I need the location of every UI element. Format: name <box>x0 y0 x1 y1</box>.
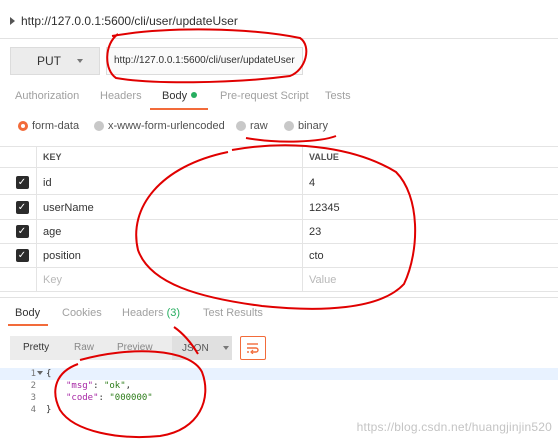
view-raw-button[interactable]: Raw <box>74 342 94 353</box>
tab-authorization[interactable]: Authorization <box>15 90 79 102</box>
tab-body-label: Body <box>162 90 188 102</box>
code-line: 2 "msg": "ok", <box>0 380 558 392</box>
param-key[interactable]: age <box>43 220 61 243</box>
new-key-input[interactable]: Key <box>43 268 62 291</box>
wrap-lines-button[interactable] <box>240 336 266 360</box>
key-column-header: KEY <box>43 152 62 162</box>
url-input[interactable]: http://127.0.0.1:5600/cli/user/updateUse… <box>106 47 303 75</box>
radio-form-data[interactable]: form-data <box>18 120 79 132</box>
tab-headers[interactable]: Headers <box>100 90 142 102</box>
divider <box>0 297 558 298</box>
request-tabs: Authorization Headers Body Pre-request S… <box>0 86 558 110</box>
chevron-down-icon <box>77 59 83 63</box>
tab-pre-request-script[interactable]: Pre-request Script <box>220 90 309 102</box>
table-row: ✓ id 4 <box>0 171 558 195</box>
new-param-row: Key Value <box>0 268 558 292</box>
param-value[interactable]: 4 <box>309 171 315 194</box>
expand-arrow-icon[interactable] <box>10 17 15 25</box>
param-value[interactable]: 12345 <box>309 196 340 219</box>
body-active-dot-icon <box>191 92 198 98</box>
radio-selected-icon <box>18 121 28 131</box>
response-tab-headers-label: Headers <box>122 307 164 319</box>
row-checkbox[interactable]: ✓ <box>15 176 29 189</box>
tab-tests[interactable]: Tests <box>325 90 351 102</box>
code-line: 1 { <box>0 368 558 380</box>
chevron-down-icon <box>222 346 229 350</box>
param-value[interactable]: cto <box>309 244 324 267</box>
param-key[interactable]: userName <box>43 196 94 219</box>
line-number: 2 <box>30 381 36 391</box>
format-label: JSON <box>182 342 209 354</box>
table-row: ✓ userName 12345 <box>0 196 558 220</box>
line-number: 4 <box>30 405 36 415</box>
row-checkbox[interactable]: ✓ <box>15 249 29 262</box>
code-line: 4 } <box>0 404 558 416</box>
row-checkbox[interactable]: ✓ <box>15 201 29 214</box>
divider <box>0 38 558 39</box>
line-number: 1 <box>30 369 36 379</box>
table-row: ✓ age 23 <box>0 220 558 244</box>
view-preview-button[interactable]: Preview <box>117 342 153 353</box>
line-number: 3 <box>30 393 36 403</box>
response-tabs: Body Cookies Headers (3) Test Results <box>0 302 558 326</box>
watermark: https://blog.csdn.net/huangjinjin520 <box>356 420 552 434</box>
format-select[interactable]: JSON <box>172 336 232 360</box>
tab-body[interactable]: Body <box>162 90 198 102</box>
radio-binary-label: binary <box>298 120 328 132</box>
radio-binary[interactable]: binary <box>284 120 328 132</box>
radio-unselected-icon <box>236 121 246 131</box>
param-value[interactable]: 23 <box>309 220 321 243</box>
response-tab-test-results[interactable]: Test Results <box>203 307 263 319</box>
param-key[interactable]: id <box>43 171 52 194</box>
row-checkbox[interactable]: ✓ <box>15 225 29 238</box>
value-column-header: VALUE <box>309 152 339 162</box>
wrap-lines-icon <box>247 343 259 354</box>
radio-urlencoded[interactable]: x-www-form-urlencoded <box>94 120 225 132</box>
radio-form-data-label: form-data <box>32 120 80 132</box>
fold-arrow-icon[interactable] <box>37 371 43 375</box>
table-header-row: KEY VALUE <box>0 146 558 168</box>
headers-count: (3) <box>166 307 181 319</box>
radio-urlencoded-label: x-www-form-urlencoded <box>108 120 225 132</box>
radio-unselected-icon <box>94 121 104 131</box>
radio-raw[interactable]: raw <box>236 120 268 132</box>
active-tab-indicator <box>150 108 208 110</box>
code-line: 3 "code": "000000" <box>0 392 558 404</box>
view-pretty-button[interactable]: Pretty <box>23 342 49 353</box>
radio-raw-label: raw <box>250 120 268 132</box>
response-tab-headers[interactable]: Headers (3) <box>122 307 180 319</box>
response-tab-cookies[interactable]: Cookies <box>62 307 102 319</box>
active-tab-indicator <box>8 324 48 326</box>
new-value-input[interactable]: Value <box>309 268 336 291</box>
annotation-stroke <box>245 135 337 143</box>
request-title[interactable]: http://127.0.0.1:5600/cli/user/updateUse… <box>10 13 238 29</box>
response-tab-body[interactable]: Body <box>15 307 40 319</box>
param-key[interactable]: position <box>43 244 81 267</box>
method-label: PUT <box>37 54 61 68</box>
request-title-text: http://127.0.0.1:5600/cli/user/updateUse… <box>21 14 238 28</box>
method-select[interactable]: PUT <box>10 47 100 75</box>
body-type-options: form-data x-www-form-urlencoded raw bina… <box>0 118 558 136</box>
radio-unselected-icon <box>284 121 294 131</box>
table-row: ✓ position cto <box>0 244 558 268</box>
